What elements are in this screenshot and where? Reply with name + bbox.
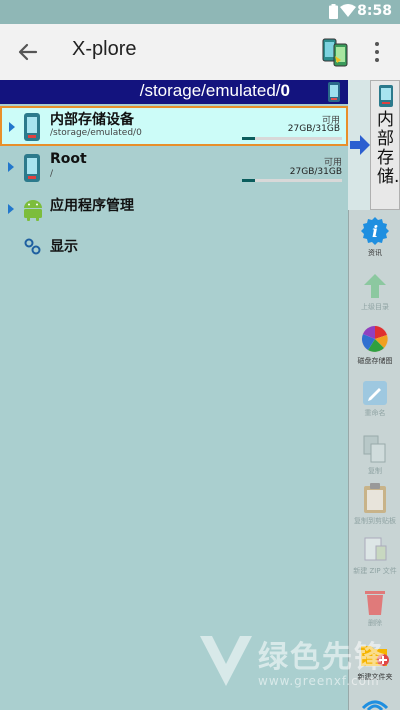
new-zip-button[interactable]: 新建 ZIP 文件 <box>349 536 400 576</box>
svg-text:i: i <box>372 222 378 241</box>
up-arrow-icon <box>364 274 386 298</box>
storage-usage-bar <box>242 137 342 140</box>
dual-pane-icon[interactable] <box>320 36 350 68</box>
tab-internal-storage[interactable]: 内部存储... <box>370 80 400 210</box>
list-item-display[interactable]: 显示 <box>0 232 348 268</box>
watermark-url: www.greenxf.com <box>258 674 380 688</box>
tool-label: 重命名 <box>364 409 386 417</box>
watermark: 绿色先锋 www.greenxf.com <box>196 628 396 700</box>
tool-label: 磁盘存储图 <box>357 357 393 365</box>
tool-label: 复制到剪贴板 <box>354 517 396 525</box>
tool-label: 新建 ZIP 文件 <box>353 567 397 575</box>
item-path: / <box>50 169 54 179</box>
item-name: 内部存储设备 <box>50 112 134 128</box>
list-item-root[interactable]: Root / 可用 27GB/31GB <box>0 150 348 190</box>
left-pane: /storage/emulated/0 内部存储设备 /storage/emul… <box>0 80 348 710</box>
parent-dir-button[interactable]: 上级目录 <box>349 272 400 312</box>
item-name: 显示 <box>50 239 78 255</box>
app-bar: X-plore <box>0 24 400 80</box>
android-icon <box>24 200 42 221</box>
wifi-icon <box>340 4 356 17</box>
trash-icon <box>365 591 385 615</box>
switch-pane-arrow-icon[interactable] <box>348 133 372 157</box>
phone-storage-icon <box>24 113 40 141</box>
current-path: /storage/emulated/0 <box>139 81 290 100</box>
tool-label: 上级目录 <box>361 303 389 311</box>
clipboard-icon <box>364 483 386 513</box>
copy-icon <box>363 435 386 463</box>
item-name: Root <box>50 151 87 167</box>
zip-icon <box>364 537 387 561</box>
info-button[interactable]: i 资讯 <box>349 216 400 258</box>
watermark-text: 绿色先锋 <box>258 640 386 675</box>
tool-label: 资讯 <box>368 249 382 257</box>
app-title: X-plore <box>72 38 137 60</box>
list-item-internal-storage[interactable]: 内部存储设备 /storage/emulated/0 可用 27GB/31GB <box>0 106 348 146</box>
item-name: 应用程序管理 <box>50 198 134 214</box>
display-settings-icon <box>24 238 41 255</box>
storage-size: 27GB/31GB <box>289 167 342 177</box>
storage-usage-bar <box>242 179 342 182</box>
back-arrow-icon[interactable] <box>14 38 42 66</box>
phone-storage-icon <box>24 154 40 182</box>
copy-button[interactable]: 复制 <box>349 434 400 476</box>
tab-label: 内部存储... <box>377 110 400 187</box>
rename-icon <box>363 381 387 405</box>
status-bar: 8:58 <box>0 0 400 24</box>
storage-size: 27GB/31GB <box>287 124 340 134</box>
battery-icon <box>329 4 338 19</box>
path-bar: /storage/emulated/0 <box>0 80 348 104</box>
right-pane: 内部存储... i 资讯 上级目录 <box>348 80 400 710</box>
expand-arrow-icon[interactable] <box>9 122 15 132</box>
rename-button[interactable]: 重命名 <box>349 380 400 418</box>
delete-button[interactable]: 删除 <box>349 588 400 628</box>
storage-usage-fill <box>242 137 255 140</box>
item-path: /storage/emulated/0 <box>50 128 142 138</box>
expand-arrow-icon[interactable] <box>8 204 14 214</box>
status-time: 8:58 <box>357 3 392 19</box>
phone-storage-icon <box>379 85 393 107</box>
info-icon: i <box>361 217 389 245</box>
tool-label: 删除 <box>368 619 382 627</box>
disk-map-icon <box>361 325 389 353</box>
storage-usage-fill <box>242 179 255 182</box>
watermark-logo-icon <box>200 636 252 686</box>
more-options-icon[interactable] <box>372 40 382 64</box>
expand-arrow-icon[interactable] <box>8 162 14 172</box>
tool-label: 复制 <box>368 467 382 475</box>
device-icon <box>328 82 340 102</box>
clipboard-button[interactable]: 复制到剪贴板 <box>349 482 400 526</box>
disk-map-button[interactable]: 磁盘存储图 <box>349 324 400 366</box>
list-item-app-manager[interactable]: 应用程序管理 <box>0 192 348 228</box>
